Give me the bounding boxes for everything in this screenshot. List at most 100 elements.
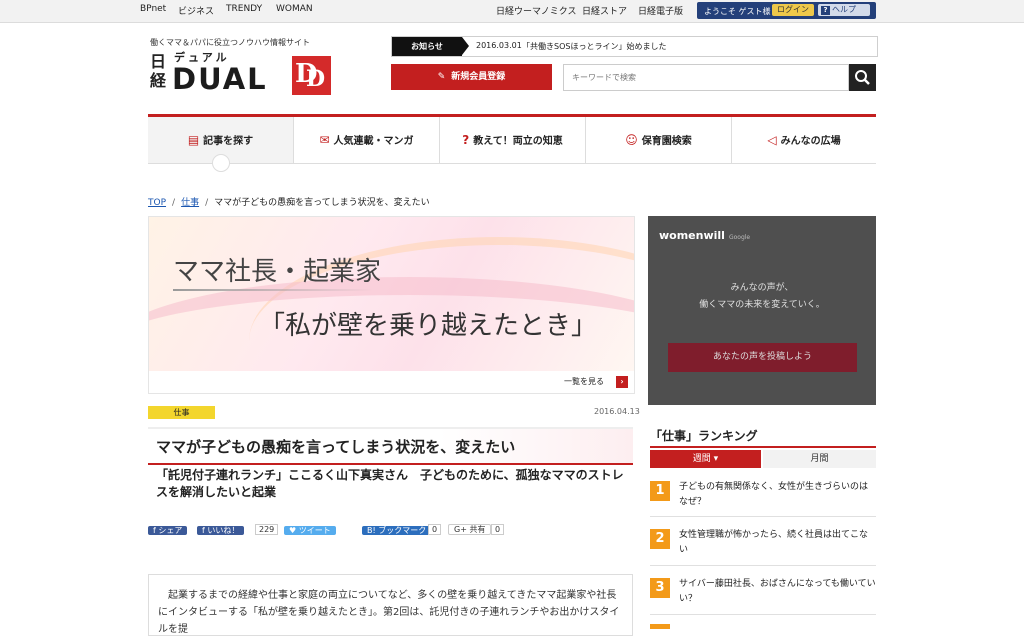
nav-label: 人気連載・マンガ — [333, 136, 414, 147]
login-button[interactable]: ログイン — [772, 4, 814, 16]
rank-number: 1 — [650, 481, 670, 501]
banner-line1: ママ社長・起業家 — [173, 257, 382, 287]
gplus-icon: G+ — [454, 525, 467, 534]
nav-community[interactable]: ◁ みんなの広場 — [732, 117, 876, 163]
divider — [650, 614, 876, 615]
notice-link[interactable]: 「共働きSOSほっとライン」始めました — [522, 41, 666, 52]
series-banner[interactable]: ママ社長・起業家 「私が壁を乗り越えたとき」 — [148, 216, 635, 372]
facebook-share-button[interactable]: f シェア — [148, 523, 188, 538]
gplus-label: 共有 — [469, 525, 486, 534]
facebook-icon: f — [202, 526, 205, 535]
ad-brand: womenwill Google — [659, 229, 751, 242]
womenwill-ad[interactable]: womenwill Google みんなの声が、 働くママの未来を変えていく。 あ… — [648, 216, 876, 405]
nav-series-manga[interactable]: ✉ 人気連載・マンガ — [294, 117, 440, 163]
document-icon: ▤ — [187, 133, 200, 147]
ranking-item[interactable]: 3 サイバー藤田社長、おばさんになっても働いていい？ — [650, 576, 876, 612]
ranking-title: 「仕事」ランキング — [650, 429, 758, 443]
article-lead: 起業するまでの経緯や仕事と家庭の両立についてなど、多くの壁を乗り越えてきたママ起… — [158, 590, 620, 635]
article-date: 2016.04.13 — [594, 407, 640, 416]
gplus-count: 0 — [491, 523, 505, 538]
hatena-bookmark-button[interactable]: B! ブックマーク — [362, 523, 432, 538]
question-icon: ? — [462, 133, 470, 147]
welcome-text: ようこそ ゲスト様 — [704, 7, 771, 16]
breadcrumb-separator: / — [172, 198, 176, 208]
see-all-row: 一覧を見る › — [148, 371, 635, 394]
logo-nikkei[interactable]: 日経 — [150, 52, 168, 90]
ranking-item[interactable]: 2 女性管理職が怖かったら、続く社員は出てこない — [650, 527, 876, 563]
rank-title[interactable]: 子どもの有無関係なく、女性が生きづらいのはなぜ？ — [679, 480, 876, 510]
article-lead-box: 起業するまでの経緯や仕事と家庭の両立についてなど、多くの壁を乗り越えてきたママ起… — [148, 574, 633, 636]
pencil-icon: ✎ — [437, 72, 446, 82]
category-badge[interactable]: 仕事 — [148, 406, 215, 419]
link-business[interactable]: ビジネス — [178, 4, 214, 17]
hatena-label: ブックマーク — [378, 526, 427, 535]
ad-message: みんなの声が、 働くママの未来を変えていく。 — [648, 280, 876, 314]
notice-date: 2016.03.01 — [476, 41, 522, 50]
search-icon — [855, 70, 870, 85]
nav-nursery-search[interactable]: ☺ 保育園検索 — [586, 117, 732, 163]
link-digital[interactable]: 日経電子版 — [638, 4, 683, 17]
breadcrumb-separator: / — [205, 198, 209, 208]
link-bpnet[interactable]: BPnet — [140, 4, 166, 14]
hatena-count: 0 — [428, 523, 442, 538]
nav-label: 保育園検索 — [641, 136, 692, 147]
notice-label: お知らせ — [392, 37, 469, 56]
rank-number-partial — [650, 624, 670, 629]
rank-number: 2 — [650, 529, 670, 549]
tweet-button[interactable]: ♥ ツイート — [284, 523, 336, 538]
main-nav: ▤ 記事を探す ✉ 人気連載・マンガ ? 教えて！両立の知恵 ☺ 保育園検索 ◁ みんなの… — [148, 114, 876, 164]
ad-message-line1: みんなの声が、 — [730, 283, 794, 293]
breadcrumb-category[interactable]: 仕事 — [181, 198, 199, 208]
see-all-link[interactable]: 一覧を見る — [564, 376, 604, 387]
twitter-icon: ♥ — [289, 526, 297, 535]
register-button[interactable]: ✎ 新規会員登録 — [391, 64, 552, 90]
share-label: シェア — [158, 526, 183, 535]
tweet-label: ツイート — [298, 526, 331, 535]
ad-message-line2: 働くママの未来を変えていく。 — [699, 300, 825, 310]
nav-tips[interactable]: ? 教えて！両立の知恵 — [440, 117, 586, 163]
facebook-like-button[interactable]: f いいね！ — [197, 523, 245, 538]
breadcrumb: TOP / 仕事 / ママが子どもの愚痴を言ってしまう状況を、変えたい — [148, 195, 430, 208]
like-count: 229 — [255, 523, 279, 538]
tab-monthly[interactable]: 月間 — [763, 450, 876, 468]
link-woman[interactable]: WOMAN — [276, 4, 313, 14]
rank-number: 3 — [650, 578, 670, 598]
nav-label: みんなの広場 — [780, 136, 841, 147]
ad-cta-button[interactable]: あなたの声を投稿しよう — [668, 343, 857, 372]
gplus-share-button[interactable]: G+ 共有 — [448, 523, 492, 538]
search-box — [563, 64, 849, 91]
book-icon: ✉ — [319, 133, 330, 147]
top-bar: BPnet ビジネス TRENDY WOMAN 日経ウーマノミクス 日経ストア … — [0, 0, 1024, 23]
link-womanomics[interactable]: 日経ウーマノミクス — [496, 4, 576, 17]
register-label: 新規会員登録 — [451, 72, 506, 82]
chevron-down-icon: ▾ — [713, 454, 719, 464]
baby-face-icon: ☺ — [625, 133, 638, 147]
link-trendy[interactable]: TRENDY — [226, 4, 262, 14]
tab-weekly[interactable]: 週間 ▾ — [650, 450, 761, 468]
megaphone-icon: ◁ — [767, 133, 777, 147]
notice-bar: お知らせ 2016.03.01 「共働きSOSほっとライン」始めました — [391, 36, 878, 57]
breadcrumb-top[interactable]: TOP — [148, 198, 166, 208]
ranking-tabs: 週間 ▾ 月間 — [650, 446, 876, 468]
help-label: ヘルプ — [832, 5, 856, 14]
search-button[interactable] — [849, 64, 876, 91]
rank-title[interactable]: 女性管理職が怖かったら、続く社員は出てこない — [679, 528, 876, 558]
article-title: ママが子どもの愚痴を言ってしまう状況を、変えたい — [156, 438, 516, 456]
divider — [650, 516, 876, 517]
arrow-right-icon[interactable]: › — [616, 376, 628, 388]
breadcrumb-current: ママが子どもの愚痴を言ってしまう状況を、変えたい — [214, 198, 430, 208]
nav-label: 記事を探す — [203, 136, 254, 147]
search-input[interactable] — [564, 65, 842, 90]
hatena-icon: B! — [367, 526, 376, 535]
nav-label: 教えて！両立の知恵 — [473, 136, 563, 147]
ad-brand-sub: Google — [728, 234, 751, 241]
rank-title[interactable]: サイバー藤田社長、おばさんになっても働いていい？ — [679, 577, 876, 607]
banner-line2: 「私が壁を乗り越えたとき」 — [259, 311, 598, 341]
ranking-item[interactable]: 1 子どもの有無関係なく、女性が生きづらいのはなぜ？ — [650, 479, 876, 515]
logo-dual[interactable]: DUAL — [172, 62, 268, 96]
ranking-item[interactable] — [650, 622, 876, 629]
logo-mark-icon[interactable]: DD — [292, 56, 331, 95]
help-button[interactable]: ? ヘルプ — [818, 4, 870, 16]
divider — [650, 565, 876, 566]
link-store[interactable]: 日経ストア — [582, 4, 627, 17]
